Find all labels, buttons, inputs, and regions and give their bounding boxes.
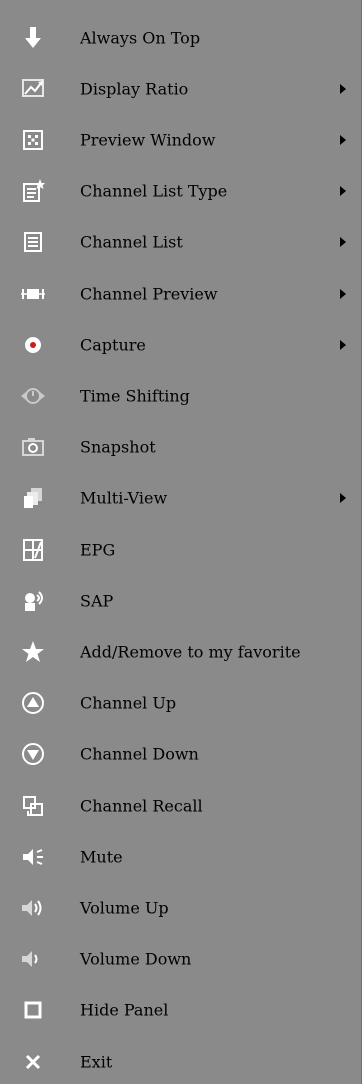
volume-down-icon xyxy=(18,944,48,974)
menu-item-snapshot[interactable]: Snapshot xyxy=(0,422,362,473)
menu-item-label: Snapshot xyxy=(80,437,156,457)
multi-view-icon xyxy=(18,483,48,513)
menu-item-channel-recall[interactable]: Channel Recall xyxy=(0,780,362,831)
channel-list-icon xyxy=(18,227,48,257)
menu-item-channel-up[interactable]: Channel Up xyxy=(0,678,362,729)
hide-panel-icon xyxy=(18,995,48,1025)
menu-item-label: Hide Panel xyxy=(80,1000,169,1020)
menu-item-label: Channel Down xyxy=(80,744,199,764)
menu-item-add-remove-to-my-favorite[interactable]: Add/Remove to my favorite xyxy=(0,626,362,677)
channel-list-type-icon xyxy=(18,176,48,206)
submenu-arrow-icon xyxy=(340,237,346,248)
menu-item-sap[interactable]: SAP xyxy=(0,575,362,626)
menu-item-label: Display Ratio xyxy=(80,79,189,99)
menu-item-epg[interactable]: EPG xyxy=(0,524,362,575)
epg-icon xyxy=(18,535,48,565)
menu-item-label: Channel Preview xyxy=(80,284,218,303)
channel-preview-icon xyxy=(18,279,48,309)
menu-item-channel-preview[interactable]: Channel Preview xyxy=(0,268,362,319)
menu-item-label: Volume Down xyxy=(80,949,192,969)
favorite-star-icon xyxy=(18,637,48,667)
menu-item-label: Preview Window xyxy=(80,130,216,150)
submenu-arrow-icon xyxy=(340,288,346,299)
submenu-arrow-icon xyxy=(340,339,346,350)
menu-item-label: SAP xyxy=(80,591,114,611)
menu-item-label: Time Shifting xyxy=(80,386,190,406)
context-menu: Always On Top Display Ratio Preview Window… xyxy=(0,0,362,1084)
submenu-arrow-icon xyxy=(340,134,346,145)
exit-icon xyxy=(18,1047,48,1077)
menu-item-label: Exit xyxy=(80,1052,113,1071)
channel-down-icon xyxy=(18,739,48,769)
submenu-arrow-icon xyxy=(340,493,346,504)
menu-item-label: Channel List xyxy=(80,232,183,252)
menu-item-channel-down[interactable]: Channel Down xyxy=(0,729,362,780)
menu-item-exit[interactable]: Exit xyxy=(0,1036,362,1087)
menu-item-mute[interactable]: Mute xyxy=(0,831,362,882)
menu-item-volume-down[interactable]: Volume Down xyxy=(0,934,362,985)
sap-icon xyxy=(18,586,48,616)
menu-item-time-shifting[interactable]: Time Shifting xyxy=(0,370,362,421)
down-arrow-icon xyxy=(18,23,48,53)
menu-item-label: Volume Up xyxy=(80,898,169,918)
menu-item-label: Mute xyxy=(80,847,123,867)
preview-window-icon xyxy=(18,125,48,155)
mute-icon xyxy=(18,842,48,872)
submenu-arrow-icon xyxy=(340,83,346,94)
volume-up-icon xyxy=(18,893,48,923)
menu-item-channel-list-type[interactable]: Channel List Type xyxy=(0,166,362,217)
menu-item-label: Channel Up xyxy=(80,693,177,713)
menu-item-label: Always On Top xyxy=(80,28,201,47)
menu-item-always-on-top[interactable]: Always On Top xyxy=(0,12,362,63)
time-shifting-icon xyxy=(18,381,48,411)
snapshot-icon xyxy=(18,432,48,462)
menu-item-capture[interactable]: Capture xyxy=(0,319,362,370)
menu-item-preview-window[interactable]: Preview Window xyxy=(0,114,362,165)
menu-item-volume-up[interactable]: Volume Up xyxy=(0,882,362,933)
menu-item-label: Channel List Type xyxy=(80,181,228,201)
menu-item-channel-list[interactable]: Channel List xyxy=(0,217,362,268)
menu-item-display-ratio[interactable]: Display Ratio xyxy=(0,63,362,114)
menu-item-label: Capture xyxy=(80,335,146,355)
menu-item-label: EPG xyxy=(80,540,116,559)
channel-up-icon xyxy=(18,688,48,718)
capture-icon xyxy=(18,330,48,360)
submenu-arrow-icon xyxy=(340,186,346,197)
menu-item-hide-panel[interactable]: Hide Panel xyxy=(0,985,362,1036)
channel-recall-icon xyxy=(18,791,48,821)
display-ratio-icon xyxy=(18,74,48,104)
menu-item-label: Multi-View xyxy=(80,488,168,508)
menu-item-label: Add/Remove to my favorite xyxy=(80,642,301,662)
menu-item-multi-view[interactable]: Multi-View xyxy=(0,473,362,524)
menu-item-label: Channel Recall xyxy=(80,796,203,815)
